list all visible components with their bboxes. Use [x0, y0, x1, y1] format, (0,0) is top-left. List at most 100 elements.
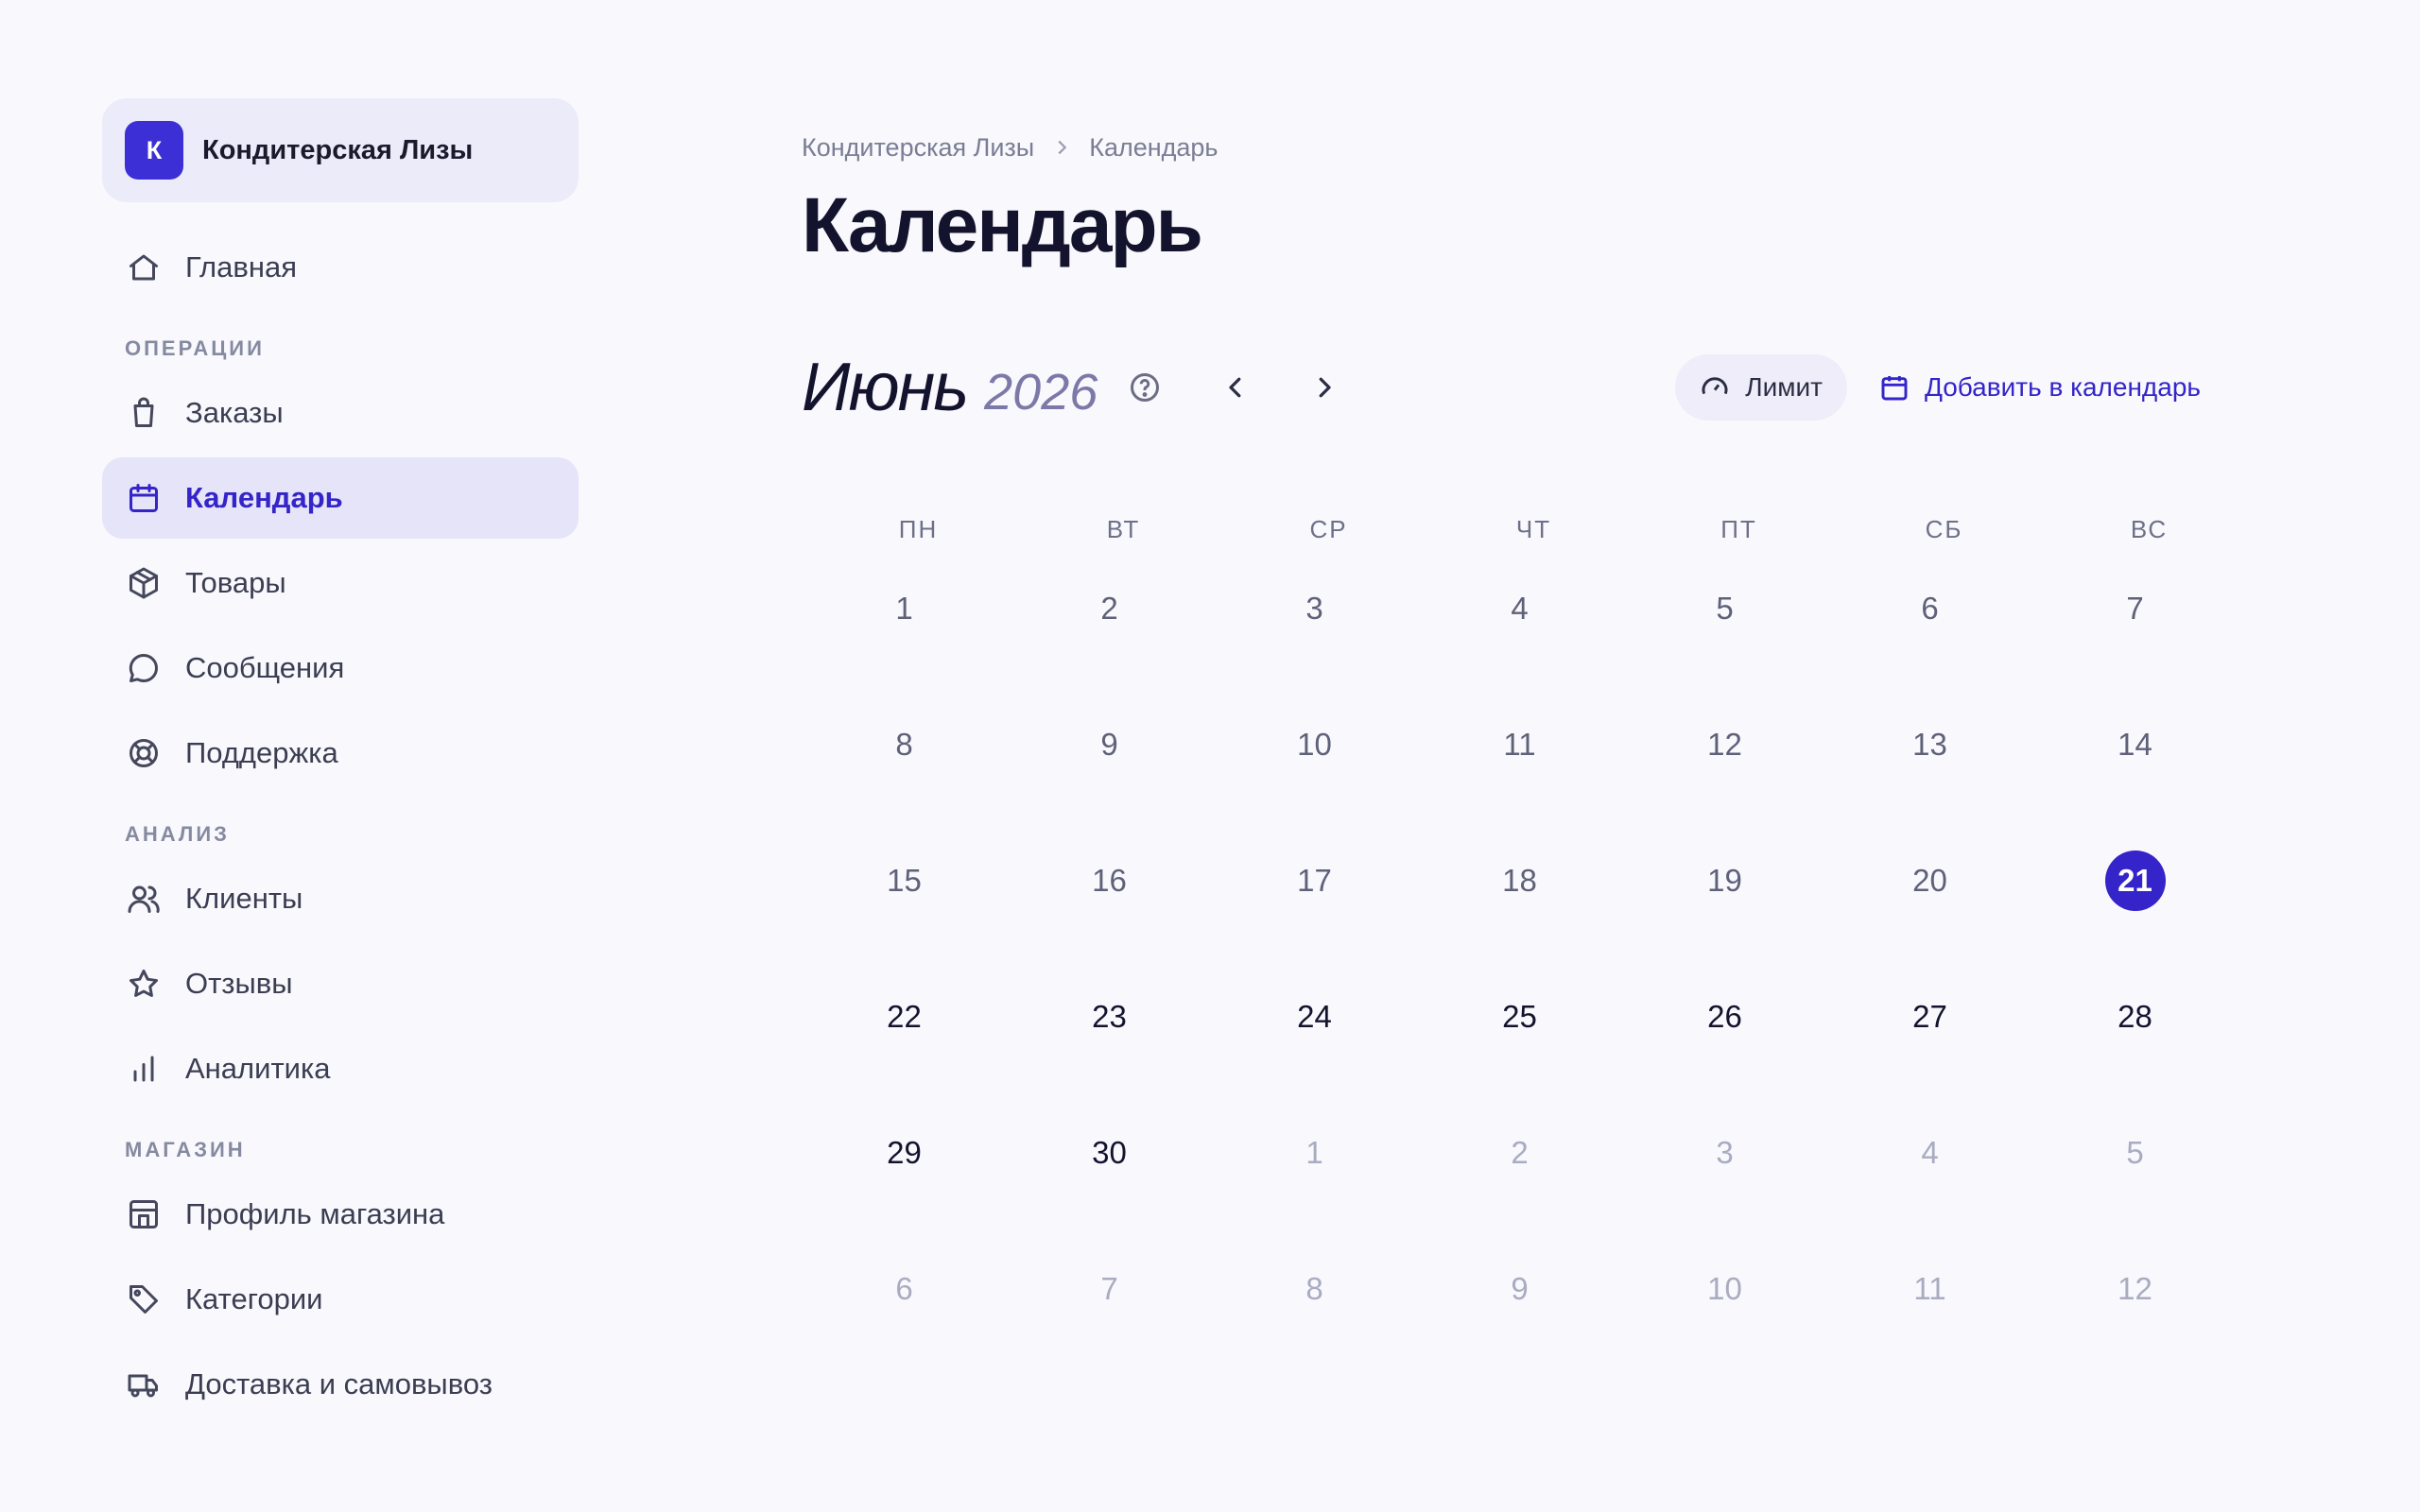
calendar-day[interactable]: 24 — [1212, 987, 1417, 1123]
sidebar-item-support[interactable]: Поддержка — [102, 713, 579, 794]
day-number: 24 — [1297, 999, 1332, 1034]
home-icon — [125, 249, 163, 286]
calendar-day[interactable]: 22 — [802, 987, 1007, 1123]
breadcrumb-link-store[interactable]: Кондитерская Лизы — [802, 133, 1034, 163]
calendar-day-other-month[interactable]: 2 — [1417, 1123, 1622, 1259]
next-month-button[interactable] — [1298, 361, 1351, 414]
sidebar-item-label: Календарь — [185, 481, 343, 514]
day-number: 14 — [2118, 727, 2152, 762]
calendar-day[interactable]: 7 — [2032, 578, 2238, 714]
calendar-day-other-month[interactable]: 10 — [1622, 1259, 1827, 1395]
calendar-day[interactable]: 20 — [1827, 850, 2032, 987]
help-icon[interactable] — [1126, 369, 1164, 406]
calendar-day[interactable]: 12 — [1622, 714, 1827, 850]
sidebar-item-calendar[interactable]: Календарь — [102, 457, 579, 539]
weekday-header: ПН ВТ СР ЧТ ПТ СБ ВС — [802, 501, 2238, 558]
calendar-day[interactable]: 11 — [1417, 714, 1622, 850]
day-number: 25 — [1502, 999, 1537, 1034]
day-number: 12 — [2118, 1271, 2152, 1306]
store-avatar: К — [125, 121, 183, 180]
sidebar-item-orders[interactable]: Заказы — [102, 372, 579, 454]
calendar-day-other-month[interactable]: 1 — [1212, 1123, 1417, 1259]
day-number: 19 — [1707, 863, 1742, 898]
bar-chart-icon — [125, 1050, 163, 1088]
day-number: 22 — [887, 999, 922, 1034]
day-grid: 1 2 3 4 5 6 7 8 9 10 11 12 13 14 15 16 17 18 19 20 21 22 23 24 2… — [802, 578, 2238, 1395]
calendar-day[interactable]: 10 — [1212, 714, 1417, 850]
calendar-day[interactable]: 16 — [1007, 850, 1212, 987]
star-icon — [125, 965, 163, 1003]
sidebar-item-label: Аналитика — [185, 1052, 331, 1085]
calendar-toolbar: Июнь 2026 Лимит Добавить в календарь — [802, 342, 2201, 433]
calendar-day[interactable]: 19 — [1622, 850, 1827, 987]
calendar-day[interactable]: 30 — [1007, 1123, 1212, 1259]
calendar-day-other-month[interactable]: 11 — [1827, 1259, 2032, 1395]
limit-label: Лимит — [1745, 372, 1823, 402]
page-title: Календарь — [802, 182, 1203, 268]
sidebar-item-label: Категории — [185, 1282, 323, 1315]
add-to-calendar-button[interactable]: Добавить в календарь — [1879, 372, 2201, 403]
sidebar-item-products[interactable]: Товары — [102, 542, 579, 624]
calendar-day[interactable]: 2 — [1007, 578, 1212, 714]
calendar-icon — [125, 479, 163, 517]
calendar-day-other-month[interactable]: 8 — [1212, 1259, 1417, 1395]
month-calendar: ПН ВТ СР ЧТ ПТ СБ ВС 1 2 3 4 5 6 7 8 9 10 11 12 13 14 15 16 17… — [802, 501, 2238, 1395]
chevron-right-icon — [1319, 377, 1331, 398]
day-number: 2 — [1511, 1135, 1529, 1170]
sidebar-item-label: Отзывы — [185, 967, 293, 1000]
calendar-day-today[interactable]: 21 — [2032, 850, 2238, 987]
calendar-day-other-month[interactable]: 4 — [1827, 1123, 2032, 1259]
sidebar-item-store-profile[interactable]: Профиль магазина — [102, 1174, 579, 1255]
weekday-label: ПН — [898, 515, 939, 543]
lifebuoy-icon — [125, 734, 163, 772]
weekday-label: ВС — [2130, 515, 2169, 543]
day-number: 10 — [1707, 1271, 1742, 1306]
day-number: 26 — [1707, 999, 1742, 1034]
prev-month-button[interactable] — [1209, 361, 1262, 414]
calendar-day[interactable]: 29 — [802, 1123, 1007, 1259]
calendar-day[interactable]: 17 — [1212, 850, 1417, 987]
sidebar-item-clients[interactable]: Клиенты — [102, 858, 579, 939]
sidebar-item-home[interactable]: Главная — [102, 227, 579, 308]
gauge-icon — [1702, 377, 1728, 395]
calendar-day[interactable]: 25 — [1417, 987, 1622, 1123]
day-number: 3 — [1716, 1135, 1734, 1170]
calendar-day[interactable]: 15 — [802, 850, 1007, 987]
calendar-day[interactable]: 23 — [1007, 987, 1212, 1123]
calendar-day-other-month[interactable]: 7 — [1007, 1259, 1212, 1395]
sidebar-item-delivery[interactable]: Доставка и самовывоз — [102, 1344, 579, 1425]
calendar-day[interactable]: 26 — [1622, 987, 1827, 1123]
calendar-day-other-month[interactable]: 5 — [2032, 1123, 2238, 1259]
calendar-day[interactable]: 18 — [1417, 850, 1622, 987]
calendar-day[interactable]: 9 — [1007, 714, 1212, 850]
sidebar-item-categories[interactable]: Категории — [102, 1259, 579, 1340]
calendar-day[interactable]: 5 — [1622, 578, 1827, 714]
calendar-day[interactable]: 1 — [802, 578, 1007, 714]
sidebar-item-analytics[interactable]: Аналитика — [102, 1028, 579, 1109]
calendar-day[interactable]: 8 — [802, 714, 1007, 850]
calendar-day-other-month[interactable]: 3 — [1622, 1123, 1827, 1259]
limit-button[interactable]: Лимит — [1675, 354, 1847, 421]
calendar-day-other-month[interactable]: 6 — [802, 1259, 1007, 1395]
day-number: 4 — [1921, 1135, 1939, 1170]
calendar-day[interactable]: 27 — [1827, 987, 2032, 1123]
box-icon — [125, 564, 163, 602]
calendar-day[interactable]: 28 — [2032, 987, 2238, 1123]
day-number: 8 — [1305, 1271, 1323, 1306]
day-number: 30 — [1092, 1135, 1127, 1170]
calendar-day-other-month[interactable]: 9 — [1417, 1259, 1622, 1395]
calendar-day-other-month[interactable]: 12 — [2032, 1259, 2238, 1395]
sidebar-item-messages[interactable]: Сообщения — [102, 627, 579, 709]
truck-icon — [125, 1366, 163, 1403]
main-content: Кондитерская Лизы Календарь Календарь Ию… — [802, 123, 2220, 1307]
breadcrumb: Кондитерская Лизы Календарь — [802, 123, 2220, 172]
section-heading-analysis: АНАЛИЗ — [125, 822, 230, 846]
calendar-day[interactable]: 4 — [1417, 578, 1622, 714]
sidebar-item-reviews[interactable]: Отзывы — [102, 943, 579, 1024]
calendar-day[interactable]: 6 — [1827, 578, 2032, 714]
calendar-day[interactable]: 14 — [2032, 714, 2238, 850]
store-switcher[interactable]: К Кондитерская Лизы — [102, 98, 579, 202]
month-label: Июнь — [802, 350, 969, 425]
calendar-day[interactable]: 13 — [1827, 714, 2032, 850]
calendar-day[interactable]: 3 — [1212, 578, 1417, 714]
